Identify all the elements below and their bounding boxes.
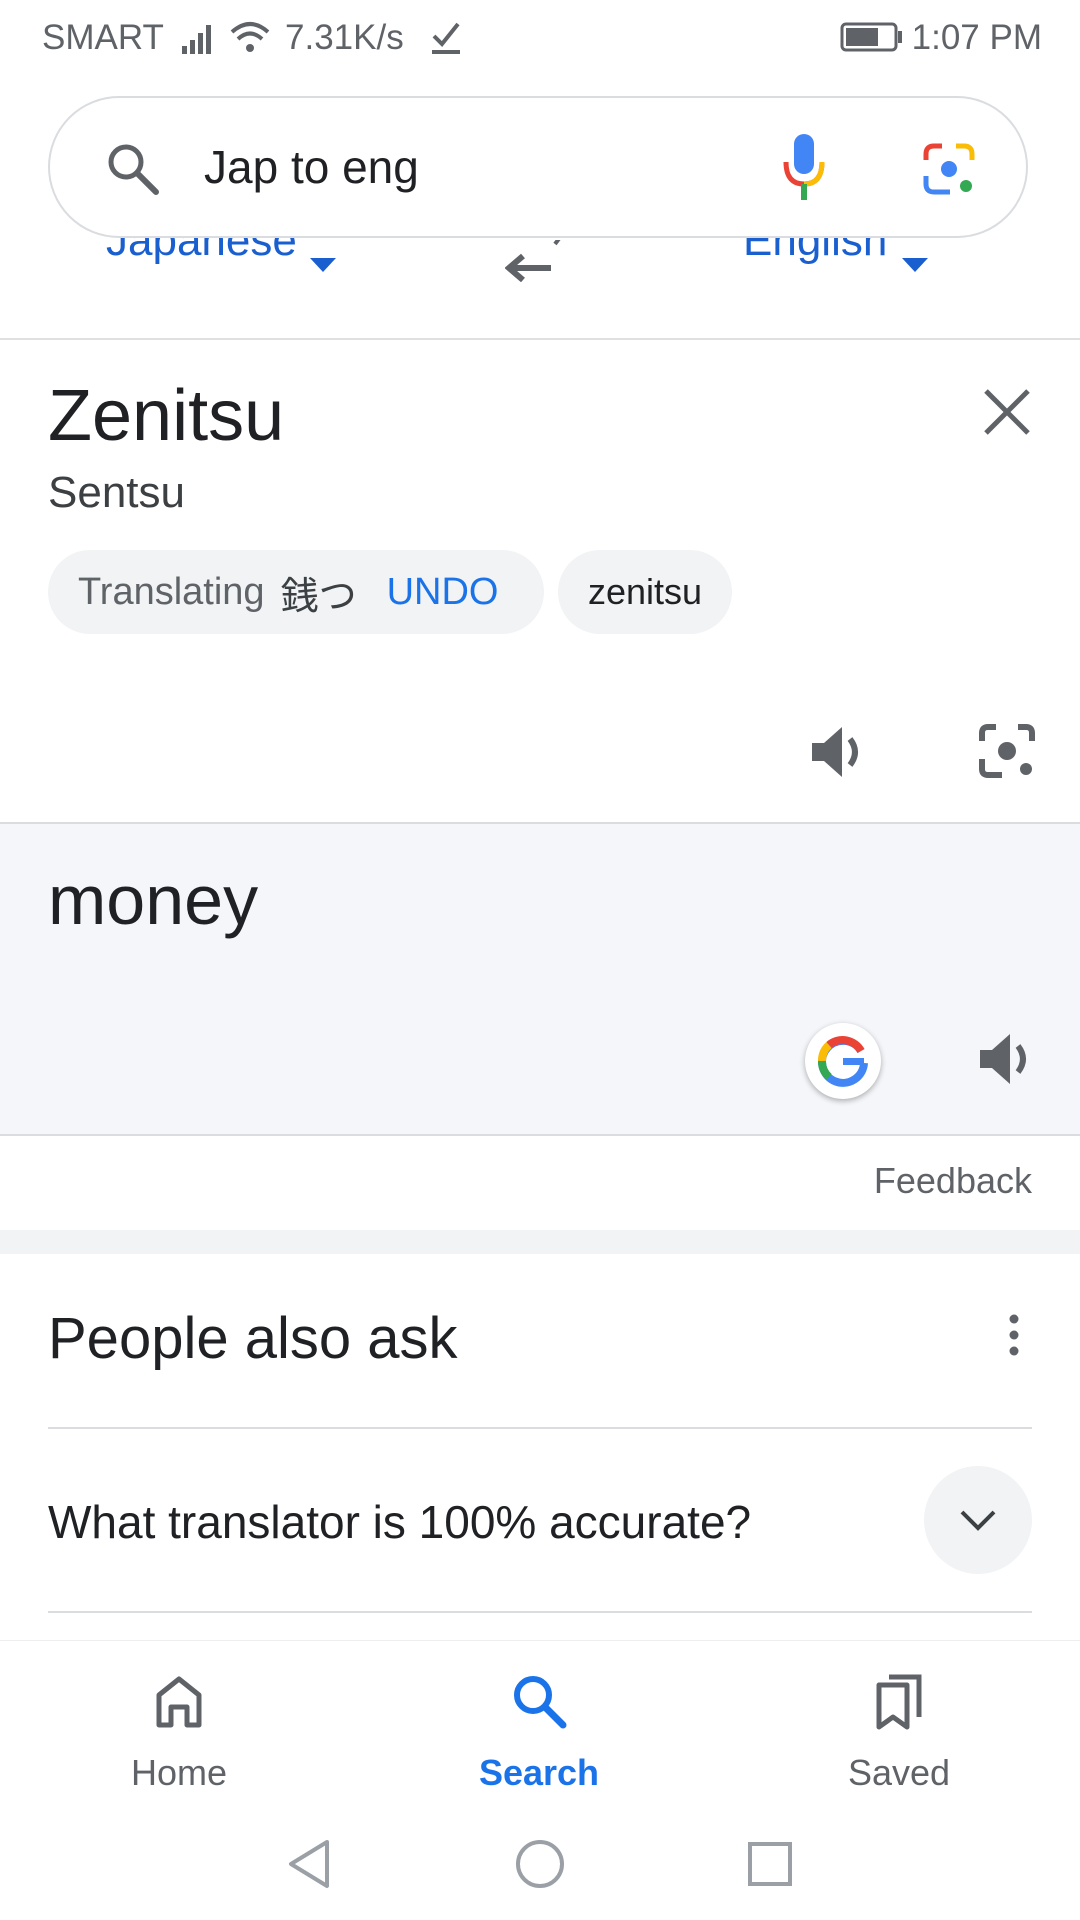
divider	[48, 1611, 1032, 1613]
search-bar[interactable]: Jap to eng	[48, 96, 1028, 238]
section-divider	[0, 1230, 1080, 1254]
nav-saved[interactable]: Saved	[819, 1671, 979, 1794]
back-icon[interactable]	[285, 1838, 331, 1890]
language-row: Japanese English	[0, 238, 1080, 340]
close-icon[interactable]	[982, 387, 1032, 437]
recents-icon[interactable]	[746, 1840, 794, 1888]
chevron-down-icon	[960, 1510, 996, 1531]
download-done-icon	[432, 22, 460, 54]
nav-home-label: Home	[130, 1752, 228, 1793]
source-text[interactable]: Zenitsu	[48, 375, 284, 457]
nav-saved-label: Saved	[847, 1752, 951, 1793]
microphone-icon[interactable]	[780, 132, 828, 204]
translating-value: 銭つ	[280, 575, 357, 618]
nav-home[interactable]: Home	[99, 1671, 259, 1794]
google-logo-button[interactable]	[805, 1023, 881, 1099]
home-circle-icon[interactable]	[514, 1838, 566, 1890]
divider	[48, 1427, 1032, 1429]
wifi-icon	[230, 22, 270, 52]
people-also-ask-title: People also ask	[48, 1306, 458, 1371]
target-language-select[interactable]: English	[743, 238, 887, 266]
bookmarks-icon	[876, 1674, 922, 1730]
home-icon	[156, 1676, 202, 1728]
romanization: Sentsu	[48, 468, 185, 517]
source-language-select[interactable]: Japanese	[106, 238, 297, 266]
translating-label: Translating	[78, 570, 265, 613]
translated-text[interactable]: money	[48, 860, 258, 940]
speaker-icon[interactable]	[976, 1030, 1040, 1088]
speaker-icon[interactable]	[808, 723, 872, 781]
question-item[interactable]: What translator is 100% accurate?	[48, 1495, 751, 1549]
lens-camera-icon[interactable]	[920, 140, 978, 198]
alternate-chip[interactable]: zenitsu	[558, 550, 732, 634]
feedback-link[interactable]: Feedback	[874, 1160, 1032, 1202]
chevron-down-icon[interactable]	[900, 256, 930, 276]
nav-search[interactable]: Search	[459, 1671, 619, 1794]
system-navigation-bar	[0, 1800, 1080, 1920]
search-icon	[514, 1676, 567, 1729]
camera-icon[interactable]	[976, 723, 1038, 781]
google-g-icon	[818, 1036, 868, 1087]
translating-chip: Translating 銭つ UNDO	[48, 550, 544, 634]
clock: 1:07 PM	[911, 18, 1042, 57]
signal-icon	[182, 25, 211, 54]
network-speed: 7.31K/s	[285, 18, 404, 57]
battery-icon	[840, 22, 902, 52]
carrier-label: SMART	[42, 18, 164, 57]
search-query[interactable]: Jap to eng	[204, 140, 419, 194]
nav-search-label: Search	[478, 1752, 600, 1793]
bottom-navigation: Home Search Saved	[0, 1640, 1080, 1801]
swap-languages-icon[interactable]	[505, 240, 565, 282]
undo-button[interactable]: UNDO	[387, 571, 499, 614]
expand-question-button[interactable]	[924, 1466, 1032, 1574]
search-icon[interactable]	[104, 140, 162, 198]
more-options-icon[interactable]	[1002, 1313, 1026, 1357]
chevron-down-icon[interactable]	[308, 256, 338, 276]
status-bar: SMART 7.31K/s 1:07 PM	[0, 0, 1080, 76]
